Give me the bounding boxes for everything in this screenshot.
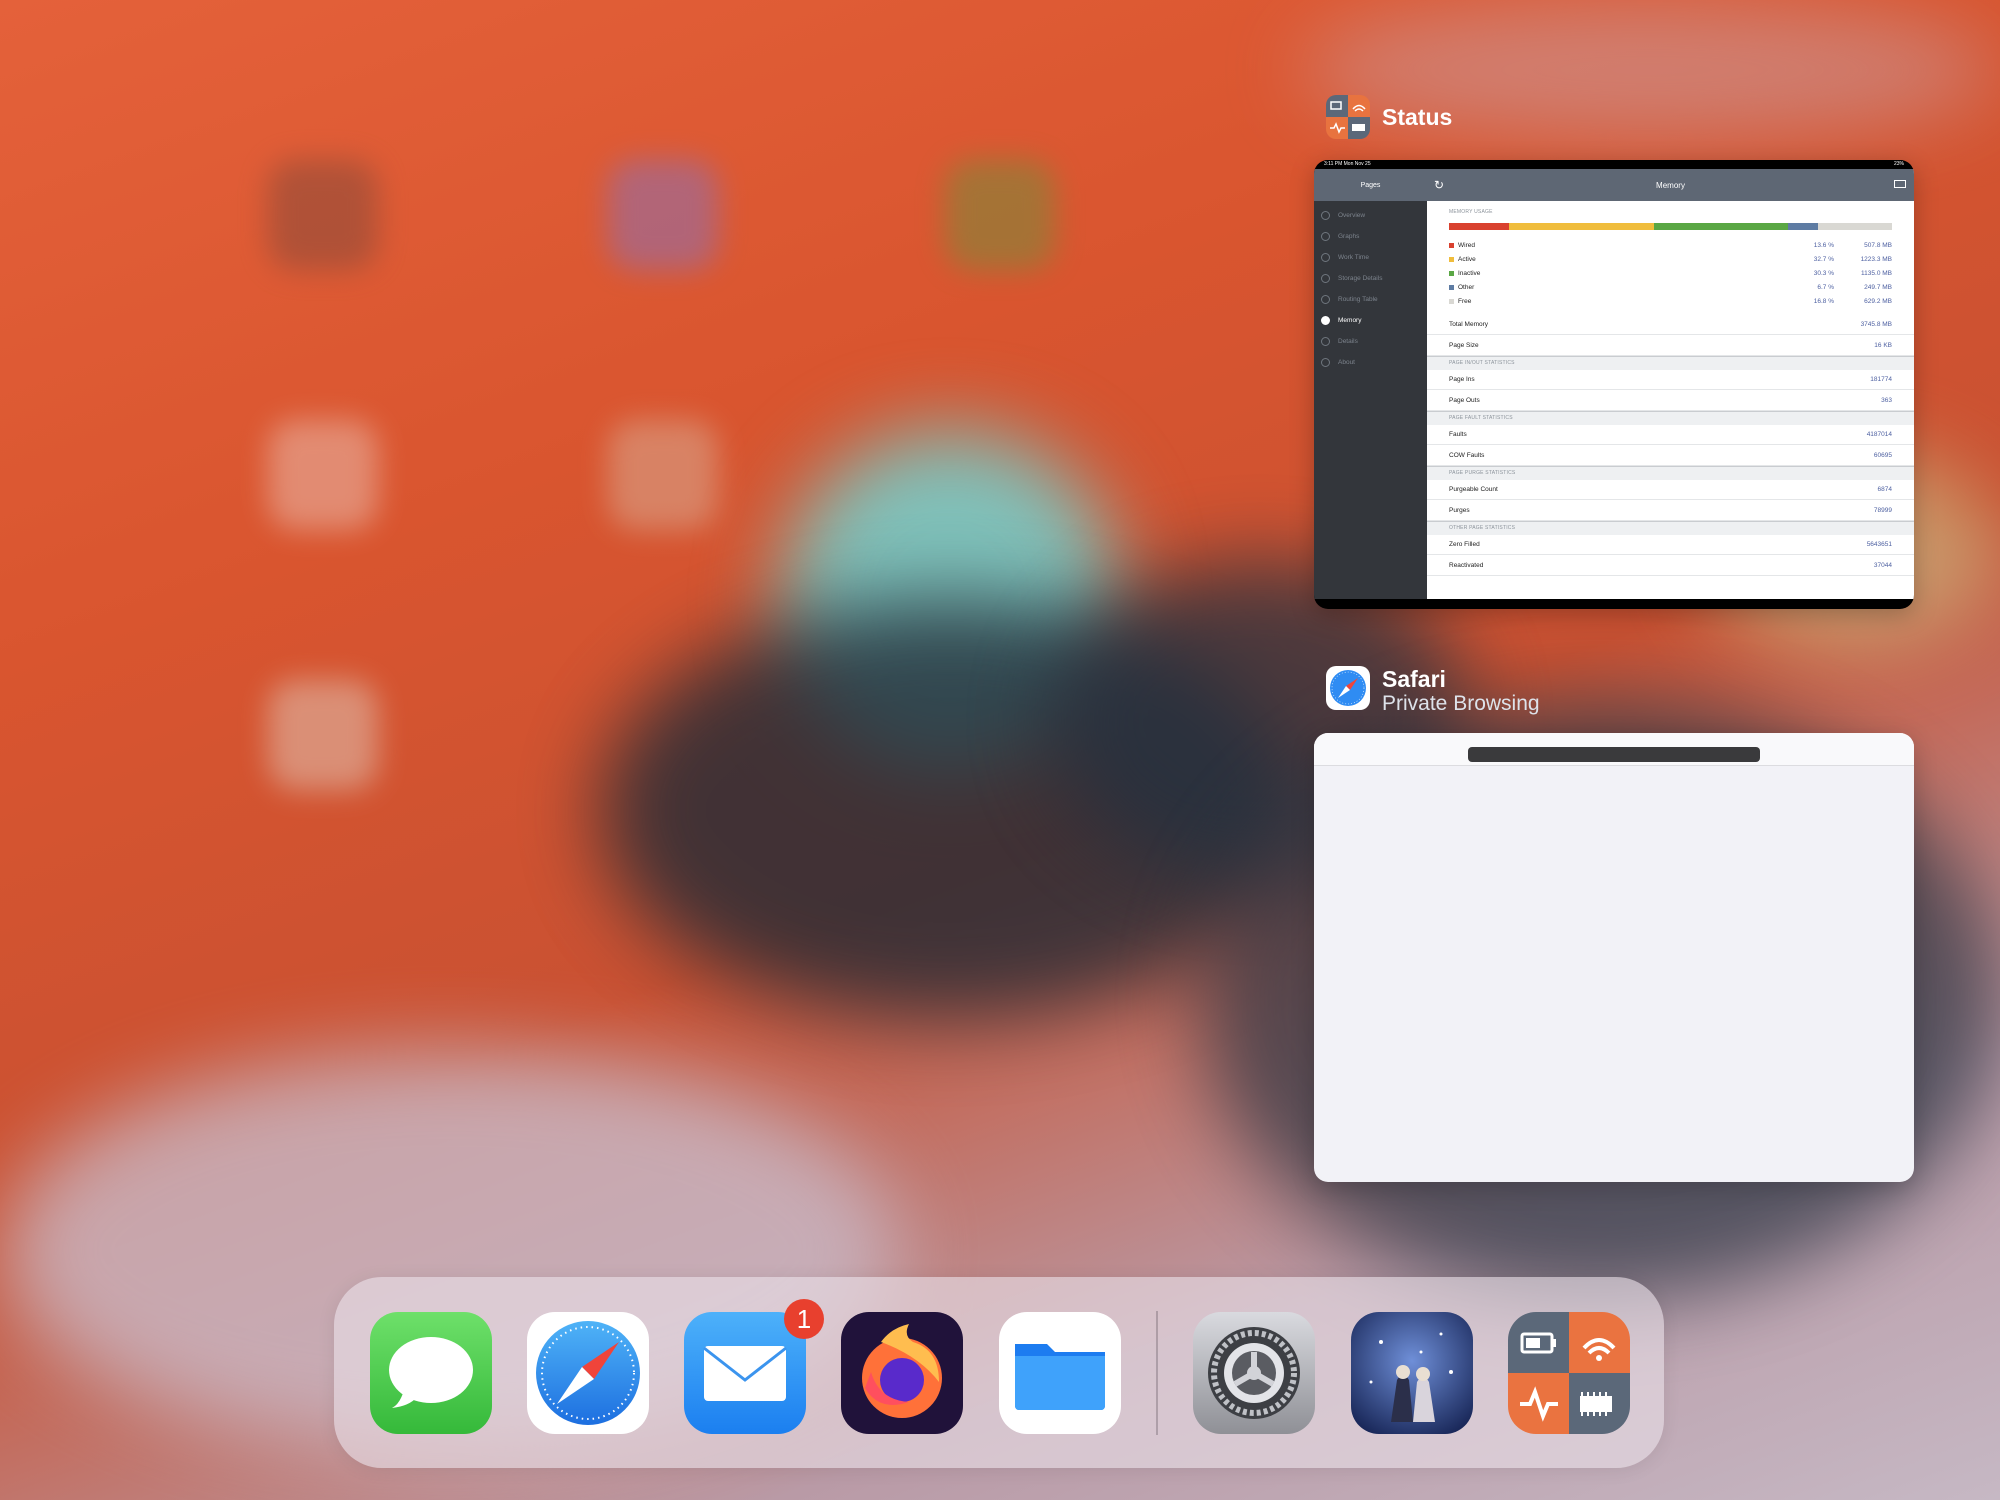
sidebar-item-about[interactable]: About <box>1314 352 1427 373</box>
status-app-icon <box>1508 1312 1630 1434</box>
status-card-title: Status <box>1382 104 1453 130</box>
memory-page: ↻ Memory MEMORY USAGE Wired 13.6 % 507.8 M… <box>1427 169 1914 599</box>
page-size-row: Page Size 16 KB <box>1427 335 1914 356</box>
memory-usage-header: MEMORY USAGE <box>1449 209 1493 215</box>
status-app-snapshot[interactable]: 3:11 PM Mon Nov 25 23% Pages Overview Gr… <box>1314 160 1914 609</box>
cow-faults-row: COW Faults 60695 <box>1427 445 1914 466</box>
dock-divider <box>1156 1311 1158 1435</box>
free-swatch <box>1449 298 1454 304</box>
safari-app-snapshot[interactable] <box>1314 733 1914 1182</box>
sidebar-title: Pages <box>1314 169 1427 201</box>
memory-row-inactive: Inactive 30.3 % 1135.0 MB <box>1427 266 1914 280</box>
dock: 1 <box>334 1277 1664 1468</box>
dock-app-files[interactable] <box>999 1312 1121 1434</box>
total-memory-row: Total Memory 3745.8 MB <box>1427 314 1914 335</box>
sidebar-item-memory[interactable]: Memory <box>1314 310 1427 331</box>
reactivated-row: Reactivated 37044 <box>1427 555 1914 576</box>
refresh-icon[interactable]: ↻ <box>1434 178 1444 192</box>
page-fault-header: PAGE FAULT STATISTICS <box>1427 415 1914 424</box>
memory-usage-bar <box>1449 223 1892 230</box>
safari-card-header[interactable]: Safari Private Browsing <box>1326 666 1540 716</box>
page-inout-header: PAGE IN/OUT STATISTICS <box>1427 360 1914 369</box>
memory-icon <box>1321 316 1330 325</box>
page-purge-header: PAGE PURGE STATISTICS <box>1427 470 1914 479</box>
memory-bar-segment-other <box>1788 223 1818 230</box>
page-title: Memory <box>1656 180 1685 190</box>
sidebar-item-work-time[interactable]: Work Time <box>1314 247 1427 268</box>
active-swatch <box>1449 256 1454 262</box>
mail-badge: 1 <box>784 1299 824 1339</box>
page-ins-row: Page Ins 181774 <box>1427 369 1914 390</box>
memory-row-wired: Wired 13.6 % 507.8 MB <box>1427 238 1914 252</box>
status-bar: 3:11 PM Mon Nov 25 23% <box>1314 160 1914 169</box>
memory-bar-segment-inactive <box>1653 223 1788 230</box>
info-icon <box>1321 358 1330 367</box>
inactive-swatch <box>1449 270 1454 276</box>
memory-row-other: Other 6.7 % 249.7 MB <box>1427 280 1914 294</box>
memory-bar-segment-wired <box>1449 223 1510 230</box>
memory-bar-segment-active <box>1509 223 1654 230</box>
sidebar-item-storage-details[interactable]: Storage Details <box>1314 268 1427 289</box>
memory-row-active: Active 32.7 % 1223.3 MB <box>1427 252 1914 266</box>
dock-app-status[interactable] <box>1508 1312 1630 1434</box>
zero-filled-row: Zero Filled 5643651 <box>1427 534 1914 555</box>
dock-app-firefox[interactable] <box>841 1312 963 1434</box>
status-bar-time: 3:11 PM Mon Nov 25 <box>1324 161 1371 167</box>
safari-icon <box>1326 666 1370 710</box>
safari-icon <box>527 1312 649 1434</box>
dock-app-safari[interactable] <box>527 1312 649 1434</box>
memory-row-free: Free 16.8 % 629.2 MB <box>1427 294 1914 308</box>
faults-row: Faults 4187014 <box>1427 424 1914 445</box>
dock-app-sky[interactable] <box>1351 1312 1473 1434</box>
wired-swatch <box>1449 242 1454 248</box>
safari-card-title: Safari <box>1382 666 1446 692</box>
dock-app-messages[interactable] <box>370 1312 492 1434</box>
firefox-icon <box>841 1312 963 1434</box>
purges-row: Purges 78999 <box>1427 500 1914 521</box>
sidebar-item-overview[interactable]: Overview <box>1314 205 1427 226</box>
storage-icon <box>1321 274 1330 283</box>
purgeable-count-row: Purgeable Count 6874 <box>1427 479 1914 500</box>
safari-toolbar <box>1314 733 1914 766</box>
memory-rows: Wired 13.6 % 507.8 MB Active 32.7 % 1223.3 M… <box>1427 238 1914 308</box>
memory-page-header: ↻ Memory <box>1427 169 1914 201</box>
files-icon <box>999 1312 1121 1434</box>
settings-gear-icon <box>1193 1312 1315 1434</box>
sidebar-item-details[interactable]: Details <box>1314 331 1427 352</box>
memory-bar-segment-free <box>1817 223 1892 230</box>
overview-icon <box>1321 211 1330 220</box>
sidebar-item-routing-table[interactable]: Routing Table <box>1314 289 1427 310</box>
sky-game-icon <box>1351 1312 1473 1434</box>
status-app-icon <box>1326 95 1370 139</box>
address-bar <box>1468 747 1760 762</box>
dock-app-settings[interactable] <box>1193 1312 1315 1434</box>
routing-icon <box>1321 295 1330 304</box>
other-swatch <box>1449 284 1454 290</box>
safari-card-subtitle: Private Browsing <box>1382 692 1540 715</box>
details-icon <box>1321 337 1330 346</box>
page-outs-row: Page Outs 363 <box>1427 390 1914 411</box>
sidebar-item-graphs[interactable]: Graphs <box>1314 226 1427 247</box>
messages-icon <box>370 1312 492 1434</box>
status-card-header[interactable]: Status <box>1326 95 1452 139</box>
expand-icon[interactable] <box>1894 180 1906 188</box>
status-bar-battery: 23% <box>1893 161 1904 167</box>
graphs-icon <box>1321 232 1330 241</box>
clock-icon <box>1321 253 1330 262</box>
status-sidebar: Pages Overview Graphs Work Time Storage … <box>1314 169 1427 599</box>
other-page-header: OTHER PAGE STATISTICS <box>1427 525 1914 534</box>
